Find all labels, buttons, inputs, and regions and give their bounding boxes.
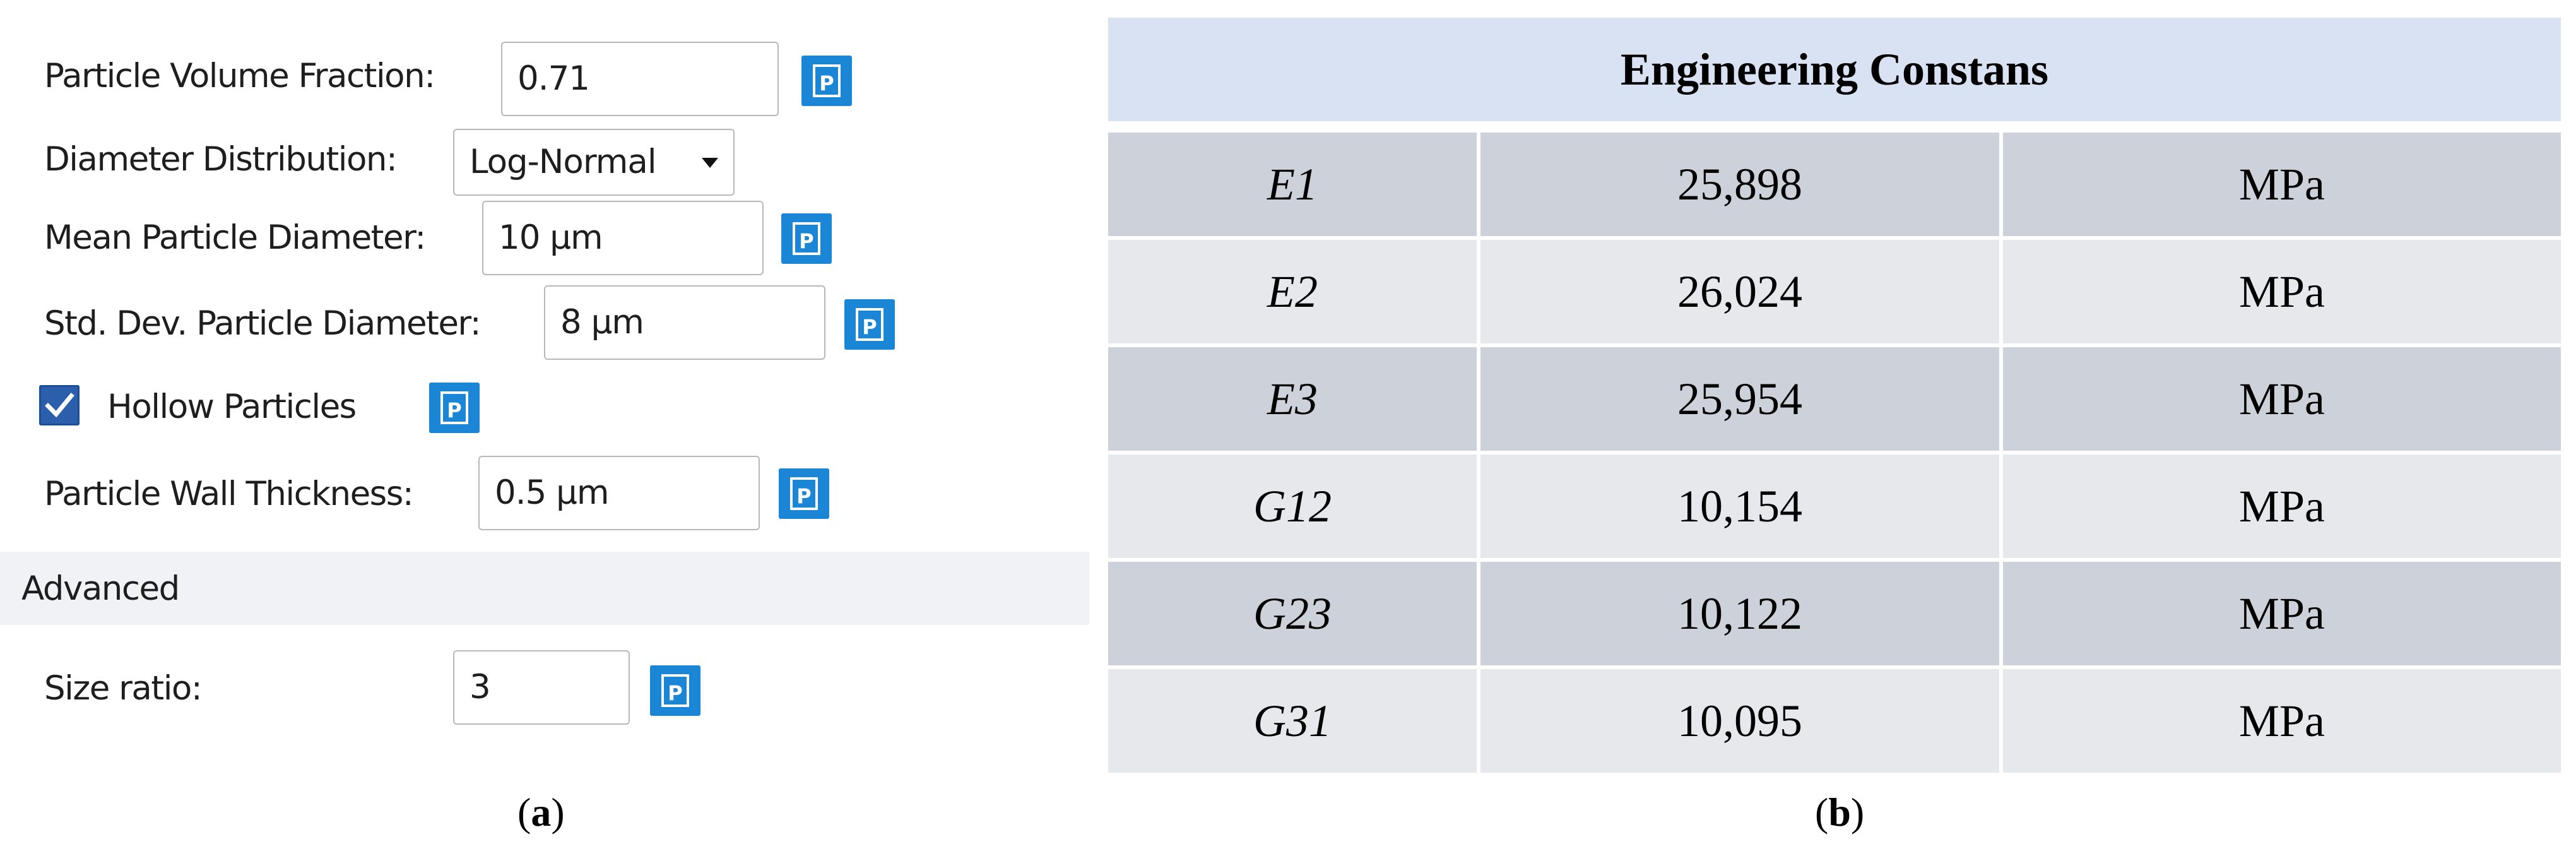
- constant-name-cell: E2: [1108, 240, 1477, 343]
- table-title: Engineering Constans: [1108, 18, 2561, 121]
- particle-wall-thickness-input[interactable]: 0.5 µm: [478, 456, 760, 530]
- material-settings-panel: Particle Volume Fraction: 0.71 P Diamete…: [0, 0, 1098, 745]
- hollow-particles-label: Hollow Particles: [107, 388, 357, 426]
- mean-particle-diameter-input[interactable]: 10 µm: [482, 201, 764, 275]
- constant-value-cell: 26,024: [1480, 240, 1999, 343]
- diameter-distribution-select[interactable]: Log-Normal: [453, 129, 735, 196]
- constant-unit-cell: MPa: [2003, 347, 2561, 451]
- size-ratio-param-button[interactable]: P: [650, 665, 700, 716]
- std-dev-particle-diameter-label: Std. Dev. Particle Diameter:: [44, 304, 482, 343]
- hollow-particles-checkbox[interactable]: [39, 385, 80, 425]
- mean-particle-diameter-param-button[interactable]: P: [781, 213, 832, 264]
- diameter-distribution-label: Diameter Distribution:: [44, 140, 398, 179]
- constant-name-cell: G23: [1108, 562, 1477, 665]
- constant-name-cell: E1: [1108, 133, 1477, 236]
- constant-value-cell: 10,095: [1480, 669, 1999, 773]
- constant-unit-cell: MPa: [2003, 240, 2561, 343]
- hollow-particles-param-button[interactable]: P: [429, 383, 480, 433]
- particle-volume-fraction-input[interactable]: 0.71: [501, 42, 779, 116]
- particle-wall-thickness-label: Particle Wall Thickness:: [44, 475, 414, 513]
- constant-name-cell: E3: [1108, 347, 1477, 451]
- constant-unit-cell: MPa: [2003, 455, 2561, 558]
- size-ratio-input[interactable]: 3: [453, 650, 630, 725]
- std-dev-particle-diameter-param-button[interactable]: P: [844, 299, 895, 350]
- chevron-down-icon: [702, 158, 718, 168]
- mean-particle-diameter-label: Mean Particle Diameter:: [44, 218, 426, 257]
- constant-name-cell: G12: [1108, 455, 1477, 558]
- constant-value-cell: 25,898: [1480, 133, 1999, 236]
- advanced-section-header[interactable]: Advanced: [0, 552, 1089, 625]
- constant-unit-cell: MPa: [2003, 133, 2561, 236]
- engineering-constants-table: Engineering Constans E1 25,898 MPa E2 26,024…: [1108, 18, 2576, 775]
- particle-wall-thickness-param-button[interactable]: P: [779, 468, 829, 519]
- size-ratio-label: Size ratio:: [44, 669, 203, 708]
- constant-unit-cell: MPa: [2003, 562, 2561, 665]
- constant-value-cell: 10,122: [1480, 562, 1999, 665]
- particle-volume-fraction-param-button[interactable]: P: [801, 56, 852, 106]
- caption-a: (a): [517, 790, 565, 835]
- diameter-distribution-value: Log-Normal: [470, 143, 657, 181]
- advanced-section-label: Advanced: [21, 569, 180, 608]
- particle-volume-fraction-label: Particle Volume Fraction:: [44, 57, 435, 95]
- checkmark-icon: [45, 393, 74, 418]
- constant-unit-cell: MPa: [2003, 669, 2561, 773]
- caption-b: (b): [1815, 790, 1865, 835]
- constant-value-cell: 25,954: [1480, 347, 1999, 451]
- constant-name-cell: G31: [1108, 669, 1477, 773]
- constant-value-cell: 10,154: [1480, 455, 1999, 558]
- std-dev-particle-diameter-input[interactable]: 8 µm: [544, 285, 825, 360]
